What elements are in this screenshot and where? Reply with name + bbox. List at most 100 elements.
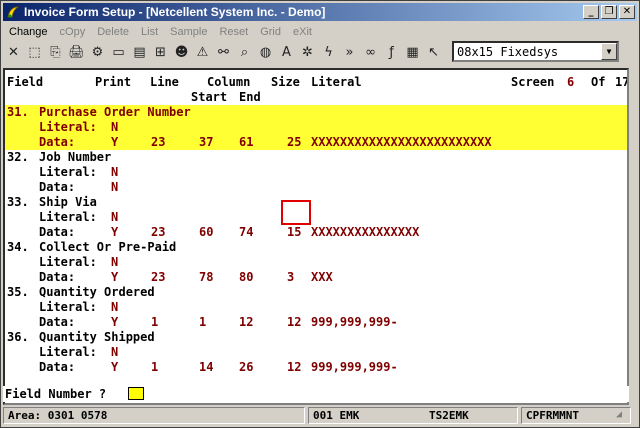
literal-value: N — [111, 165, 119, 179]
field-data-row: Data: Y 1 14 26 12 999,999,999- — [5, 360, 627, 375]
window-title: Invoice Form Setup - [Netcellent System … — [24, 5, 326, 19]
field-name: Quantity Ordered — [39, 285, 155, 299]
total-screens: 17 — [615, 75, 629, 89]
warning-icon[interactable]: ⚠ — [192, 41, 213, 63]
field-row: 32. Job Number — [5, 150, 627, 165]
menu-item-list[interactable]: List — [135, 26, 164, 38]
field-number: 32. — [7, 150, 29, 164]
end-value: 12 — [239, 315, 254, 329]
menu-item-delete[interactable]: Delete — [91, 26, 135, 38]
resize-grip-icon[interactable]: ◢ — [616, 409, 628, 421]
field-number-input[interactable] — [128, 387, 144, 400]
print-value: Y — [111, 360, 119, 374]
status-company-terminal: 001 EMK TS2EMK — [308, 406, 518, 424]
size-value: 12 — [287, 360, 302, 374]
print-value: Y — [111, 225, 119, 239]
copy-icon[interactable]: ⎘ — [45, 41, 66, 63]
settings-icon[interactable]: ⚙ — [87, 41, 108, 63]
window-icon[interactable]: ▭ — [108, 41, 129, 63]
function-icon[interactable]: ƒ — [381, 41, 402, 63]
field-number: 36. — [7, 330, 29, 344]
field-row: 35. Quantity Ordered — [5, 285, 627, 300]
help-pointer-icon[interactable]: ↖ — [423, 41, 444, 63]
header-column: Column — [207, 75, 251, 89]
status-program: CPFRMMNT — [526, 408, 579, 422]
restore-button[interactable]: ❐ — [601, 5, 617, 19]
field-number: 33. — [7, 195, 29, 209]
data-label: Data: — [39, 180, 76, 194]
start-value: 14 — [199, 360, 214, 374]
close-button[interactable]: ✕ — [619, 5, 635, 19]
literal-text: XXXXXXXXXXXXXXX — [311, 225, 420, 239]
field-literal-row: Literal: N — [5, 120, 627, 135]
menu-item-reset[interactable]: Reset — [213, 26, 254, 38]
field-literal-row: Literal: N — [5, 255, 627, 270]
field-name: Purchase Order Number — [39, 105, 191, 119]
line-value: 1 — [151, 315, 159, 329]
select-box-icon[interactable]: ⬚ — [24, 41, 45, 63]
header-size: Size — [271, 75, 300, 89]
field-row: 31. Purchase Order Number — [5, 105, 627, 120]
size-value: 15 — [287, 225, 302, 239]
magnifier-icon[interactable]: ⌕ — [234, 41, 255, 63]
globe-icon[interactable]: ◍ — [255, 41, 276, 63]
literal-text: 999,999,999- — [311, 360, 398, 374]
menu-item-grid[interactable]: Grid — [254, 26, 287, 38]
literal-value: N — [111, 210, 119, 224]
document-icon[interactable]: ▤ — [129, 41, 150, 63]
size-value: 12 — [287, 315, 302, 329]
start-value: 78 — [199, 270, 214, 284]
run-icon[interactable]: » — [339, 41, 360, 63]
field-prompt: Field Number ? — [3, 386, 629, 402]
literal-text: XXX — [311, 270, 333, 284]
window-controls: _ ❐ ✕ — [583, 5, 635, 19]
tree-icon[interactable]: ⊞ — [150, 41, 171, 63]
field-literal-row: Literal: N — [5, 300, 627, 315]
user-icon[interactable]: ☻ — [171, 41, 192, 63]
literal-text: 999,999,999- — [311, 315, 398, 329]
line-value: 23 — [151, 225, 166, 239]
chevron-down-icon[interactable]: ▼ — [601, 43, 617, 60]
field-number: 34. — [7, 240, 29, 254]
header-start: Start — [191, 90, 228, 104]
literal-label: Literal: — [39, 165, 97, 179]
calculator-icon[interactable]: ▦ — [402, 41, 423, 63]
menu-item-exit[interactable]: eXit — [287, 26, 318, 38]
terminal-screen: Field Print Line Column Size Literal Sta… — [3, 68, 629, 405]
header-print: Print — [95, 75, 132, 89]
literal-label: Literal: — [39, 300, 97, 314]
title-bar[interactable]: Invoice Form Setup - [Netcellent System … — [3, 3, 637, 21]
header-of-label: Of — [591, 75, 606, 89]
menu-item-change[interactable]: Change — [3, 26, 54, 38]
binoculars-icon[interactable]: ⚯ — [213, 41, 234, 63]
field-name: Quantity Shipped — [39, 330, 155, 344]
line-value: 23 — [151, 135, 166, 149]
header-field: Field — [7, 75, 44, 89]
lightning-icon[interactable]: ϟ — [318, 41, 339, 63]
header-literal: Literal — [311, 75, 362, 89]
literal-label: Literal: — [39, 120, 97, 134]
link-icon[interactable]: ∞ — [360, 41, 381, 63]
print-icon[interactable]: 🖨 — [66, 41, 87, 63]
font-size-select[interactable]: 08x15 Fixedsys ▼ — [452, 41, 619, 62]
close-x-icon[interactable]: ✕ — [3, 41, 24, 63]
field-literal-row: Literal: N — [5, 165, 627, 180]
menu-item-copy[interactable]: cOpy — [54, 26, 92, 38]
field-number: 31. — [7, 105, 29, 119]
end-value: 74 — [239, 225, 254, 239]
minimize-button[interactable]: _ — [583, 5, 599, 19]
field-literal-row: Literal: N — [5, 210, 627, 225]
data-label: Data: — [39, 360, 76, 374]
field-data-row: Data: N — [5, 180, 627, 195]
field-row: 36. Quantity Shipped — [5, 330, 627, 345]
literal-value: N — [111, 120, 119, 134]
status-area: Area: 0301 0578 — [3, 406, 305, 424]
gear-icon[interactable]: ✲ — [297, 41, 318, 63]
header-end: End — [239, 90, 261, 104]
literal-value: N — [111, 300, 119, 314]
print-value: Y — [111, 315, 119, 329]
size-value: 3 — [287, 270, 295, 284]
start-value: 60 — [199, 225, 214, 239]
menu-item-sample[interactable]: Sample — [164, 26, 213, 38]
font-icon[interactable]: A — [276, 41, 297, 63]
